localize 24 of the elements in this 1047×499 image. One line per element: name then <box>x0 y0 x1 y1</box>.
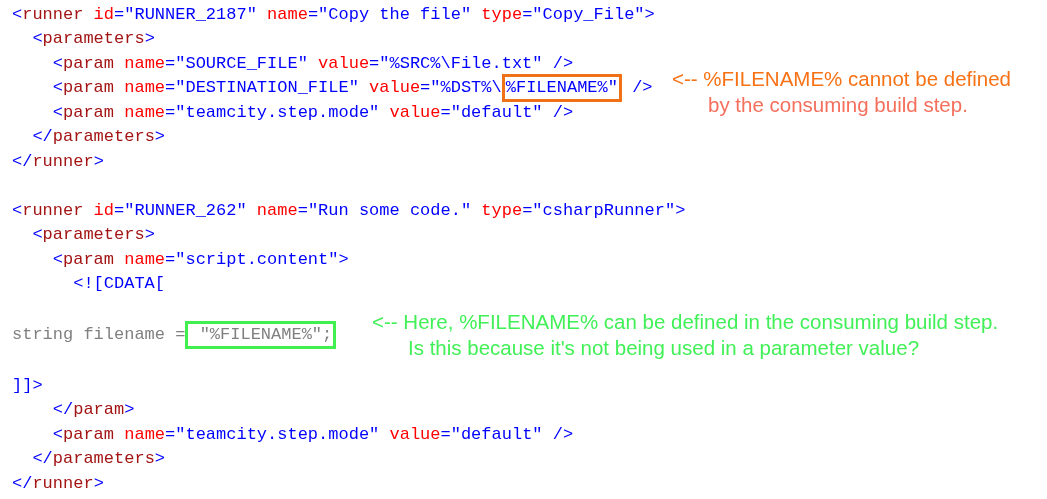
code-line: <param name="script.content"> <box>51 249 349 269</box>
code-line: </param> <box>51 400 135 420</box>
code-text: <param name="DESTINATION_FILE" value="%DST%\ <box>51 78 502 98</box>
code-line: </parameters> <box>31 449 166 469</box>
code-line: <param name="SOURCE_FILE" value="%SRC%\File.txt" /> <box>51 53 574 73</box>
highlight-box: %FILENAME%" <box>501 73 622 102</box>
code-text: string filename = <box>12 325 186 344</box>
code-line: </runner> <box>12 151 104 171</box>
code-line: <runner id="RUNNER_2187" name="Copy the file" type="Copy_File"> <box>12 4 655 24</box>
code-line: <param name="teamcity.step.mode" value="default" /> <box>51 102 574 122</box>
code-line: </parameters> <box>31 127 166 147</box>
code-line: <parameters> <box>31 29 155 49</box>
code-text: /> <box>631 78 653 98</box>
code-line: <parameters> <box>31 225 155 245</box>
annotation-text: by the consuming build step. <box>707 91 968 118</box>
code-line: </runner> <box>12 473 104 493</box>
code-line: ]]> <box>12 375 43 395</box>
code-line: <runner id="RUNNER_262" name="Run some code." type="csharpRunner"> <box>12 200 686 220</box>
code-line: <![CDATA[ <box>72 274 166 294</box>
code-line: <param name="teamcity.step.mode" value="default" /> <box>51 424 574 444</box>
annotation-text: Is this because it's not being used in a parameter value? <box>407 334 920 361</box>
annotation-text: <-- %FILENAME% cannot be defined <box>672 65 1011 92</box>
highlight-box: "%FILENAME%"; <box>185 320 337 349</box>
annotation-text: <-- Here, %FILENAME% can be defined in the consuming build step. <box>372 308 999 335</box>
